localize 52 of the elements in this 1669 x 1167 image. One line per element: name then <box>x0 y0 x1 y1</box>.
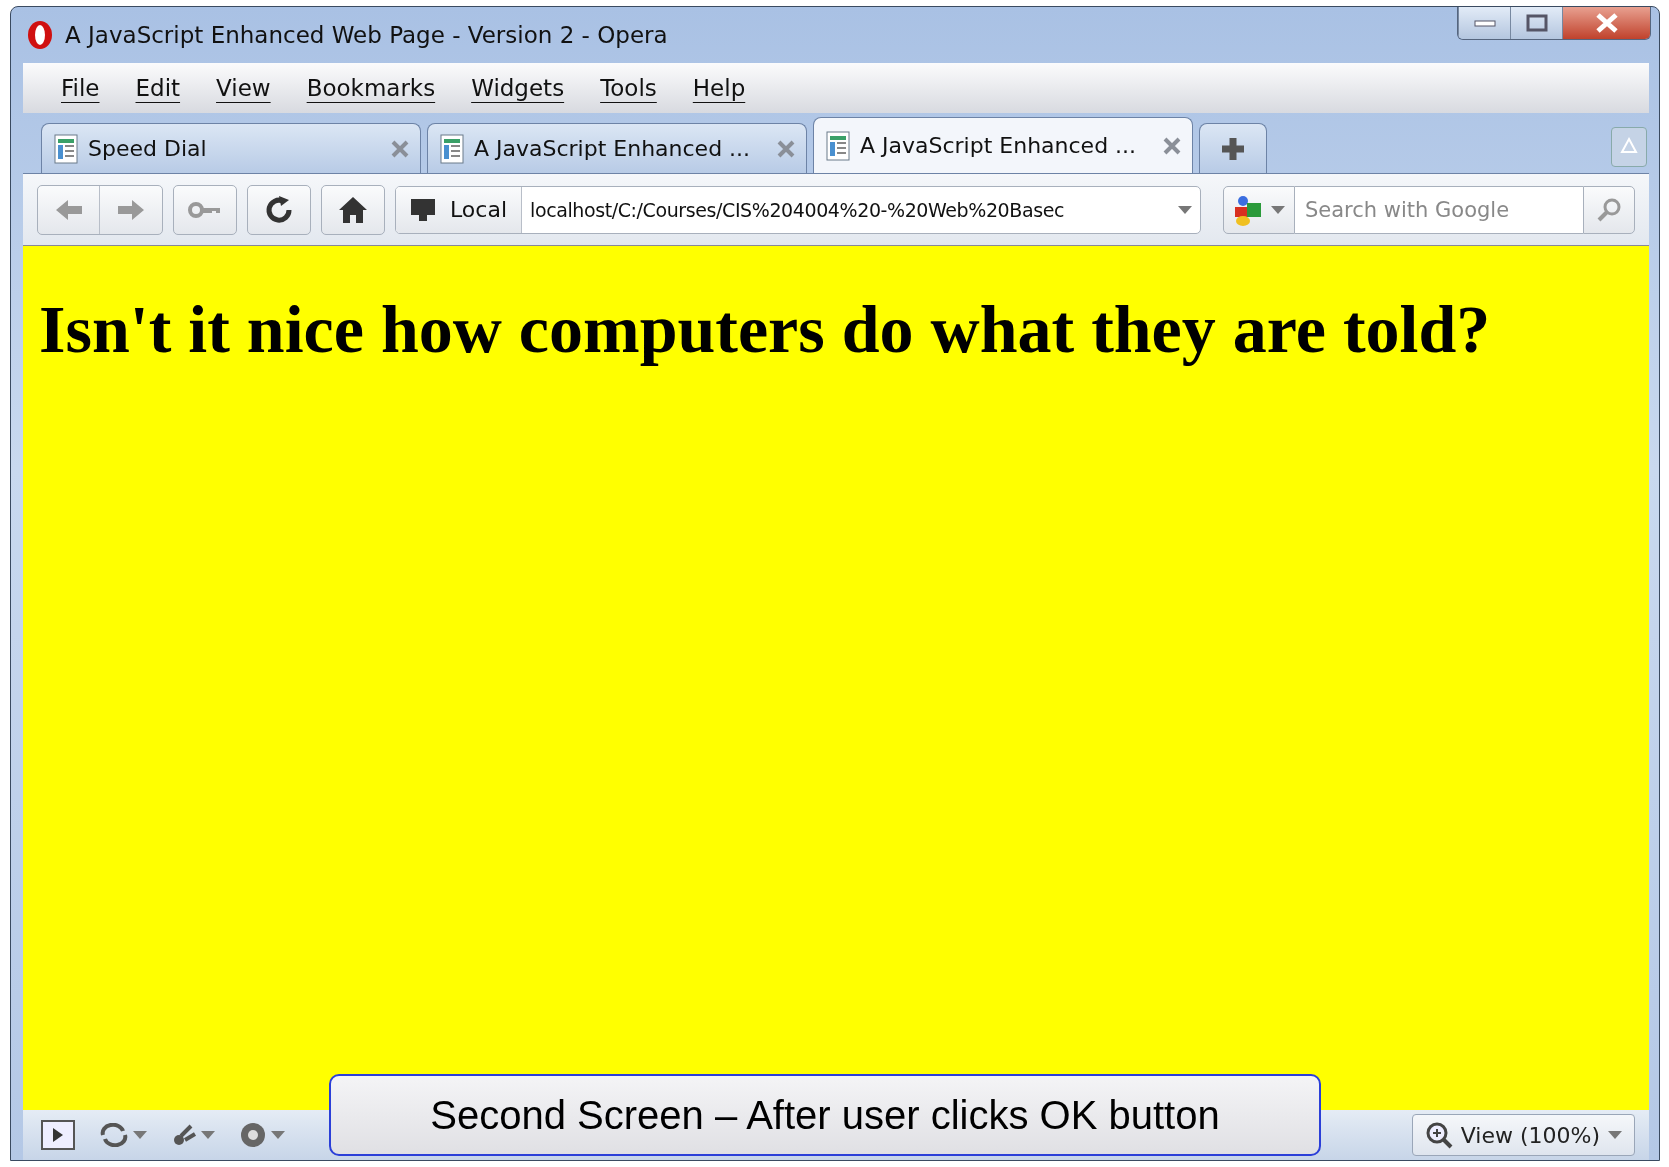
plus-icon <box>1220 135 1246 162</box>
search-button[interactable] <box>1583 185 1635 234</box>
menu-item[interactable]: Bookmarks <box>288 75 454 101</box>
caret-icon <box>271 1131 285 1139</box>
close-icon[interactable] <box>776 138 796 159</box>
forward-arrow-icon <box>116 197 146 222</box>
page-heading: Isn't it nice how computers do what they are told? <box>39 290 1492 369</box>
opera-logo-icon <box>27 20 53 50</box>
zoom-button[interactable]: View (100%) <box>1411 1114 1635 1156</box>
browser-tab[interactable]: A JavaScript Enhanced ... <box>813 117 1193 173</box>
menu-item[interactable]: Widgets <box>453 75 583 101</box>
tab-title: Speed Dial <box>88 136 208 161</box>
browser-tab[interactable]: Speed Dial <box>41 123 421 173</box>
menu-item[interactable]: View <box>198 75 289 101</box>
address-field[interactable]: Local localhost/C:/Courses/CIS%204004%20-%20Web%20Basec <box>395 185 1201 234</box>
local-badge[interactable]: Local <box>396 186 523 233</box>
key-icon <box>188 200 222 219</box>
new-tab-button[interactable] <box>1199 123 1267 173</box>
page-icon <box>826 130 850 161</box>
caret-icon <box>133 1131 147 1139</box>
trash-button[interactable] <box>1611 127 1647 167</box>
minimize-icon <box>1473 19 1496 27</box>
caption-text: Second Screen – After user clicks OK button <box>430 1092 1220 1138</box>
minimize-button[interactable] <box>1458 7 1510 39</box>
menu-item[interactable]: Help <box>674 75 764 101</box>
browser-tab[interactable]: A JavaScript Enhanced ... <box>427 123 807 173</box>
close-icon[interactable] <box>1162 135 1182 156</box>
home-icon <box>337 194 369 225</box>
caret-icon <box>201 1131 215 1139</box>
play-icon <box>41 1120 75 1150</box>
tab-title: A JavaScript Enhanced ... <box>860 133 1138 158</box>
url-text: localhost/C:/Courses/CIS%204004%20-%20Web%20Basec <box>529 198 1066 221</box>
close-button[interactable] <box>1562 7 1650 39</box>
menu-item[interactable]: Tools <box>582 75 675 101</box>
tab-title: A JavaScript Enhanced ... <box>474 136 752 161</box>
zoom-icon <box>1424 1121 1453 1149</box>
sync-icon <box>99 1123 129 1147</box>
maximize-icon <box>1525 14 1548 32</box>
search-field[interactable]: Search with Google <box>1295 185 1583 234</box>
search-icon <box>1596 196 1622 223</box>
monitor-icon <box>410 197 436 222</box>
caret-icon <box>1178 205 1192 214</box>
menu-item[interactable]: Edit <box>117 75 199 101</box>
page-icon <box>440 133 464 164</box>
caret-icon <box>1608 1131 1622 1139</box>
window-title: A JavaScript Enhanced Web Page - Version 2 - Opera <box>65 22 668 48</box>
close-icon[interactable] <box>390 138 410 159</box>
caret-icon <box>1271 205 1285 214</box>
page-icon <box>54 133 78 164</box>
search-engine-button[interactable] <box>1223 185 1295 234</box>
maximize-button[interactable] <box>1510 7 1562 39</box>
menu-item[interactable]: File <box>43 75 118 101</box>
